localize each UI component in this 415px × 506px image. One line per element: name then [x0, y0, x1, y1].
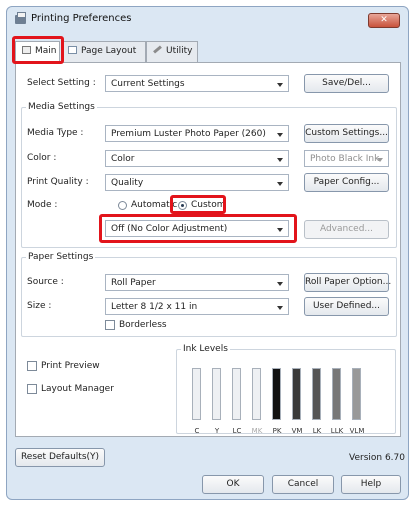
color-mode-value: Off (No Color Adjustment) — [111, 224, 228, 234]
media-type-value: Premium Luster Photo Paper (260) — [111, 129, 266, 139]
tab-main[interactable]: Main — [15, 41, 60, 64]
media-settings-title: Media Settings — [26, 102, 97, 112]
borderless-checkbox[interactable] — [105, 320, 115, 330]
chevron-down-icon — [277, 282, 283, 286]
ink-label-vm: VM — [291, 427, 303, 435]
printer-icon — [22, 46, 31, 54]
window-title: Printing Preferences — [31, 13, 132, 24]
select-setting-label: Select Setting : — [27, 78, 96, 88]
chevron-down-icon — [377, 158, 383, 162]
source-label: Source : — [27, 277, 64, 287]
ink-label-vlm: VLM — [349, 427, 365, 435]
advanced-button[interactable]: Advanced... — [304, 220, 389, 239]
save-del-button[interactable]: Save/Del... — [304, 74, 389, 93]
size-label: Size : — [27, 301, 52, 311]
user-defined-button[interactable]: User Defined... — [304, 297, 389, 316]
ink-gauge-vlm — [352, 368, 361, 420]
source-value: Roll Paper — [111, 278, 156, 288]
color-mode-dropdown[interactable]: Off (No Color Adjustment) — [105, 220, 289, 237]
ink-gauge-llk — [332, 368, 341, 420]
color-label: Color : — [27, 153, 57, 163]
chevron-down-icon — [277, 182, 283, 186]
ink-gauge-c — [192, 368, 201, 420]
chevron-down-icon — [277, 83, 283, 87]
paper-settings-title: Paper Settings — [26, 252, 96, 262]
custom-settings-button[interactable]: Custom Settings... — [304, 124, 389, 143]
tab-page-layout[interactable]: Page Layout — [61, 41, 146, 63]
ink-fill-llk — [333, 369, 340, 419]
select-setting-dropdown[interactable]: Current Settings — [105, 75, 289, 92]
ink-gauge-mk — [252, 368, 261, 420]
printing-preferences-window: Printing Preferences ✕ Main Page Layout … — [6, 6, 409, 500]
mode-custom-radio[interactable] — [178, 201, 187, 210]
ink-fill-pk — [273, 369, 280, 419]
ink-gauge-vm — [292, 368, 301, 420]
layout-manager-label: Layout Manager — [41, 384, 114, 394]
chevron-down-icon — [277, 228, 283, 232]
layout-manager-checkbox[interactable] — [27, 384, 37, 394]
print-quality-value: Quality — [111, 178, 144, 188]
close-button[interactable]: ✕ — [368, 13, 400, 28]
print-quality-dropdown[interactable]: Quality — [105, 174, 289, 191]
ink-fill-lk — [313, 369, 320, 419]
source-dropdown[interactable]: Roll Paper — [105, 274, 289, 291]
ink-levels-group: Ink Levels — [176, 344, 396, 434]
printer-icon — [15, 12, 26, 24]
media-type-label: Media Type : — [27, 128, 84, 138]
help-button[interactable]: Help — [341, 475, 401, 494]
ink-label-lc: LC — [232, 427, 242, 435]
ink-gauge-lk — [312, 368, 321, 420]
close-icon: ✕ — [380, 15, 388, 25]
ink-levels-title: Ink Levels — [181, 344, 230, 354]
ok-button[interactable]: OK — [202, 475, 264, 494]
page-icon — [68, 46, 77, 54]
version-label: Version 6.70 — [349, 453, 405, 463]
ink-label-llk: LLK — [330, 427, 344, 435]
reset-defaults-button[interactable]: Reset Defaults(Y) — [15, 448, 105, 467]
print-preview-checkbox[interactable] — [27, 361, 37, 371]
paper-config-button[interactable]: Paper Config... — [304, 173, 389, 192]
color-dropdown[interactable]: Color — [105, 150, 289, 167]
mode-automatic-radio[interactable] — [118, 201, 127, 210]
chevron-down-icon — [277, 306, 283, 310]
roll-paper-option-button[interactable]: Roll Paper Option... — [304, 273, 391, 292]
media-type-dropdown[interactable]: Premium Luster Photo Paper (260) — [105, 125, 289, 142]
size-dropdown[interactable]: Letter 8 1/2 x 11 in — [105, 298, 289, 315]
ink-label-pk: PK — [272, 427, 282, 435]
black-ink-value: Photo Black Ink — [310, 154, 380, 164]
mode-label: Mode : — [27, 200, 58, 210]
ink-label-y: Y — [214, 427, 220, 435]
ink-label-c: C — [194, 427, 200, 435]
ink-fill-vm — [293, 369, 300, 419]
ink-fill-vlm — [353, 369, 360, 419]
title-bar: Printing Preferences ✕ — [7, 7, 408, 34]
black-ink-dropdown[interactable]: Photo Black Ink — [304, 150, 389, 167]
size-value: Letter 8 1/2 x 11 in — [111, 302, 198, 312]
borderless-label: Borderless — [119, 320, 167, 330]
chevron-down-icon — [277, 158, 283, 162]
wrench-icon — [153, 45, 162, 54]
ink-label-mk: MK — [251, 427, 263, 435]
print-preview-label: Print Preview — [41, 361, 100, 371]
tab-page-layout-label: Page Layout — [81, 46, 137, 56]
ink-label-lk: LK — [312, 427, 322, 435]
print-quality-label: Print Quality : — [27, 177, 89, 187]
mode-automatic-label: Automatic — [131, 200, 178, 210]
ink-gauge-pk — [272, 368, 281, 420]
tab-utility[interactable]: Utility — [146, 41, 198, 63]
select-setting-value: Current Settings — [111, 79, 185, 89]
chevron-down-icon — [277, 133, 283, 137]
tab-utility-label: Utility — [166, 46, 193, 56]
ink-gauge-y — [212, 368, 221, 420]
color-value: Color — [111, 154, 135, 164]
mode-custom-label: Custom — [191, 200, 226, 210]
ink-gauge-lc — [232, 368, 241, 420]
main-tab-panel: Select Setting : Current Settings Save/D… — [15, 62, 401, 437]
tab-main-label: Main — [35, 46, 57, 56]
cancel-button[interactable]: Cancel — [272, 475, 334, 494]
